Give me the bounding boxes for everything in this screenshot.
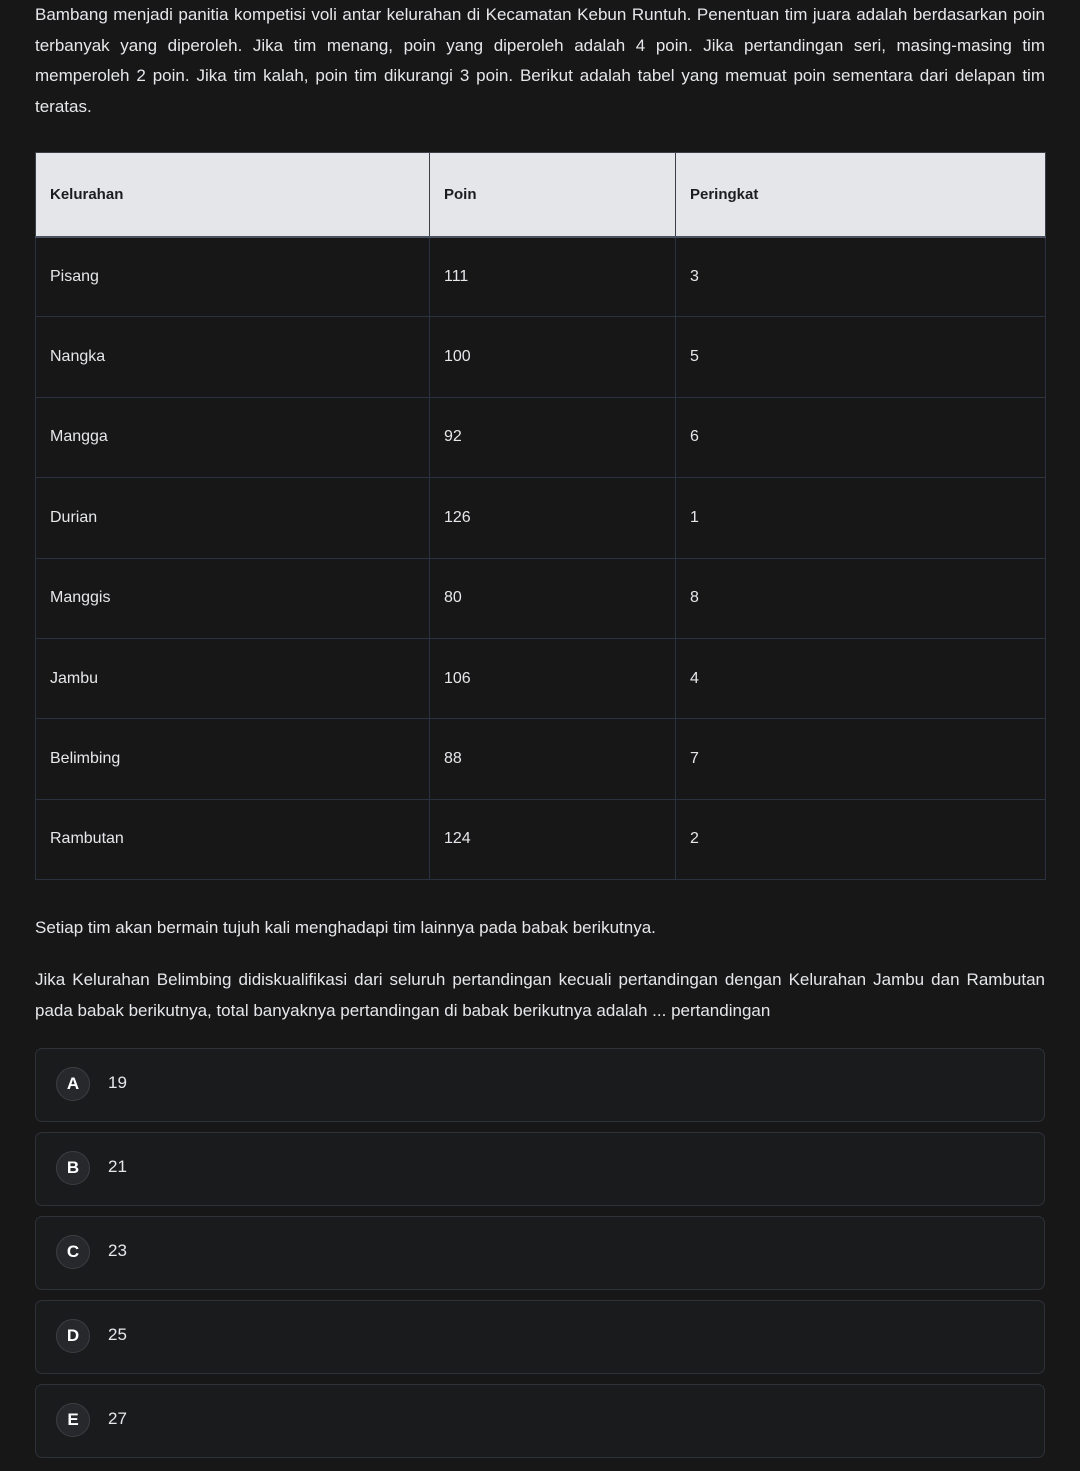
option-c[interactable]: C 23 — [35, 1216, 1045, 1290]
table-row: Durian 126 1 — [35, 477, 1046, 559]
option-a[interactable]: A 19 — [35, 1048, 1045, 1122]
table-row: Nangka 100 5 — [35, 316, 1046, 398]
cell-peringkat: 8 — [675, 557, 1046, 639]
header-kelurahan: Kelurahan — [35, 152, 430, 238]
cell-poin: 92 — [429, 396, 676, 479]
option-text: 21 — [108, 1157, 127, 1176]
cell-poin: 126 — [429, 477, 676, 559]
question-prompt: Jika Kelurahan Belimbing didiskualifikas… — [35, 970, 1045, 1020]
option-text: 23 — [108, 1241, 127, 1260]
table-header-row: Kelurahan Poin Peringkat — [35, 152, 1046, 238]
cell-peringkat: 6 — [675, 396, 1046, 479]
cell-kelurahan: Nangka — [35, 316, 430, 398]
answer-options: A 19 B 21 C 23 D 25 E 27 — [35, 1048, 1045, 1468]
cell-kelurahan: Durian — [35, 477, 430, 559]
cell-peringkat: 3 — [675, 235, 1046, 318]
cell-kelurahan: Manggis — [35, 557, 430, 639]
option-letter: E — [56, 1403, 90, 1437]
cell-poin: 111 — [429, 235, 676, 318]
table-row: Mangga 92 6 — [35, 396, 1046, 479]
header-poin: Poin — [429, 152, 676, 238]
cell-kelurahan: Jambu — [35, 637, 430, 720]
cell-poin: 106 — [429, 637, 676, 720]
table-row: Jambu 106 4 — [35, 637, 1046, 720]
cell-poin: 124 — [429, 798, 676, 881]
header-peringkat: Peringkat — [675, 152, 1046, 238]
question-context: Setiap tim akan bermain tujuh kali mengh… — [35, 918, 656, 937]
cell-kelurahan: Pisang — [35, 235, 430, 318]
option-text: 25 — [108, 1325, 127, 1344]
quiz-page: Bambang menjadi panitia kompetisi voli a… — [0, 0, 1080, 1471]
option-b[interactable]: B 21 — [35, 1132, 1045, 1206]
option-letter: D — [56, 1319, 90, 1353]
option-text: 27 — [108, 1409, 127, 1428]
option-letter: A — [56, 1067, 90, 1101]
cell-peringkat: 5 — [675, 316, 1046, 398]
cell-kelurahan: Rambutan — [35, 798, 430, 881]
option-text: 19 — [108, 1073, 127, 1092]
cell-kelurahan: Belimbing — [35, 718, 430, 800]
option-letter: C — [56, 1235, 90, 1269]
table-row: Rambutan 124 2 — [35, 798, 1046, 881]
cell-peringkat: 7 — [675, 718, 1046, 800]
question-intro: Bambang menjadi panitia kompetisi voli a… — [35, 5, 1045, 116]
table-row: Manggis 80 8 — [35, 557, 1046, 639]
option-letter: B — [56, 1151, 90, 1185]
table-row: Pisang 111 3 — [35, 235, 1046, 318]
cell-poin: 80 — [429, 557, 676, 639]
cell-peringkat: 1 — [675, 477, 1046, 559]
cell-poin: 88 — [429, 718, 676, 800]
cell-poin: 100 — [429, 316, 676, 398]
table-row: Belimbing 88 7 — [35, 718, 1046, 800]
cell-peringkat: 2 — [675, 798, 1046, 881]
cell-kelurahan: Mangga — [35, 396, 430, 479]
option-d[interactable]: D 25 — [35, 1300, 1045, 1374]
option-e[interactable]: E 27 — [35, 1384, 1045, 1458]
points-table: Kelurahan Poin Peringkat Pisang 111 3 Na… — [35, 152, 1046, 881]
cell-peringkat: 4 — [675, 637, 1046, 720]
